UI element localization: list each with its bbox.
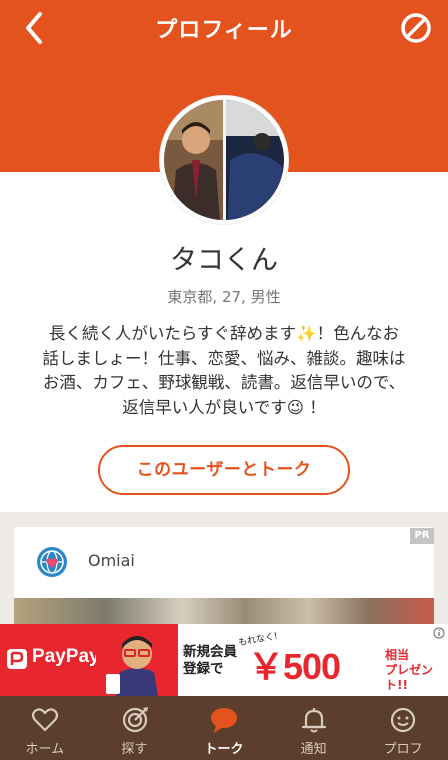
- pr-badge: PR: [410, 528, 434, 544]
- banner-signup-text: 新規会員 登録で: [183, 644, 237, 678]
- tab-label: 探す: [121, 742, 148, 757]
- banner-suffix: 相当 プレゼント!!: [385, 648, 448, 693]
- chat-bubble-icon: [211, 708, 238, 733]
- bio-line: 長く続く人がいたらすぐ辞めます✨！色んなお: [48, 324, 400, 343]
- banner-suffix-1: 相当: [385, 648, 410, 662]
- target-icon: [122, 707, 148, 733]
- tab-bar: ホーム 探す トーク 通知 プロフ: [0, 696, 448, 760]
- tab-label: プロフ: [383, 742, 423, 757]
- tab-label: トーク: [204, 742, 244, 757]
- banner-line-1: 新規会員: [183, 644, 237, 660]
- bio-line: お酒、カフェ、野球観戦、読書。返信早いので、: [42, 373, 406, 392]
- tab-talk[interactable]: トーク: [179, 696, 269, 760]
- avatar-photo: [164, 100, 284, 220]
- bell-icon: [301, 708, 326, 733]
- block-icon[interactable]: [398, 10, 434, 46]
- ad-info-icon[interactable]: [433, 627, 445, 639]
- banner-amount: ￥500: [248, 646, 341, 687]
- talk-with-user-button[interactable]: このユーザーとトーク: [98, 445, 350, 495]
- page-title: プロフィール: [155, 18, 293, 43]
- banner-suffix-2: プレゼント!!: [385, 663, 434, 692]
- tab-notifications[interactable]: 通知: [269, 696, 359, 760]
- bio-line: 返信早い人が良いです😉 ！: [122, 397, 326, 417]
- user-name: タコくん: [170, 245, 278, 276]
- tab-label: 通知: [300, 742, 327, 757]
- avatar[interactable]: [160, 96, 288, 224]
- tab-search[interactable]: 探す: [90, 696, 180, 760]
- banner-line-2: 登録で: [183, 661, 224, 677]
- heart-icon: [31, 708, 59, 732]
- spokesperson-image: [96, 624, 178, 696]
- paypay-brand: PayPay: [32, 646, 100, 667]
- user-bio: 長く続く人がいたらすぐ辞めます✨！色んなお 話しましょー！仕事、恋愛、悩み、雑談…: [32, 322, 416, 420]
- smiley-icon: [391, 707, 416, 733]
- omiai-logo-icon: [37, 547, 67, 577]
- paypay-banner[interactable]: PayPay 新規会員 登録で もれなく! ￥500 相当 プレゼント!!: [0, 624, 448, 696]
- tab-home[interactable]: ホーム: [0, 696, 90, 760]
- user-meta: 東京都, 27, 男性: [167, 288, 281, 306]
- bio-line: 話しましょー！仕事、恋愛、悩み、雑談。趣味は: [42, 348, 406, 368]
- tab-profile[interactable]: プロフ: [358, 696, 448, 760]
- tab-label: ホーム: [25, 742, 65, 757]
- ad-advertiser-name: Omiai: [88, 551, 135, 570]
- paypay-logo-icon: [7, 649, 27, 669]
